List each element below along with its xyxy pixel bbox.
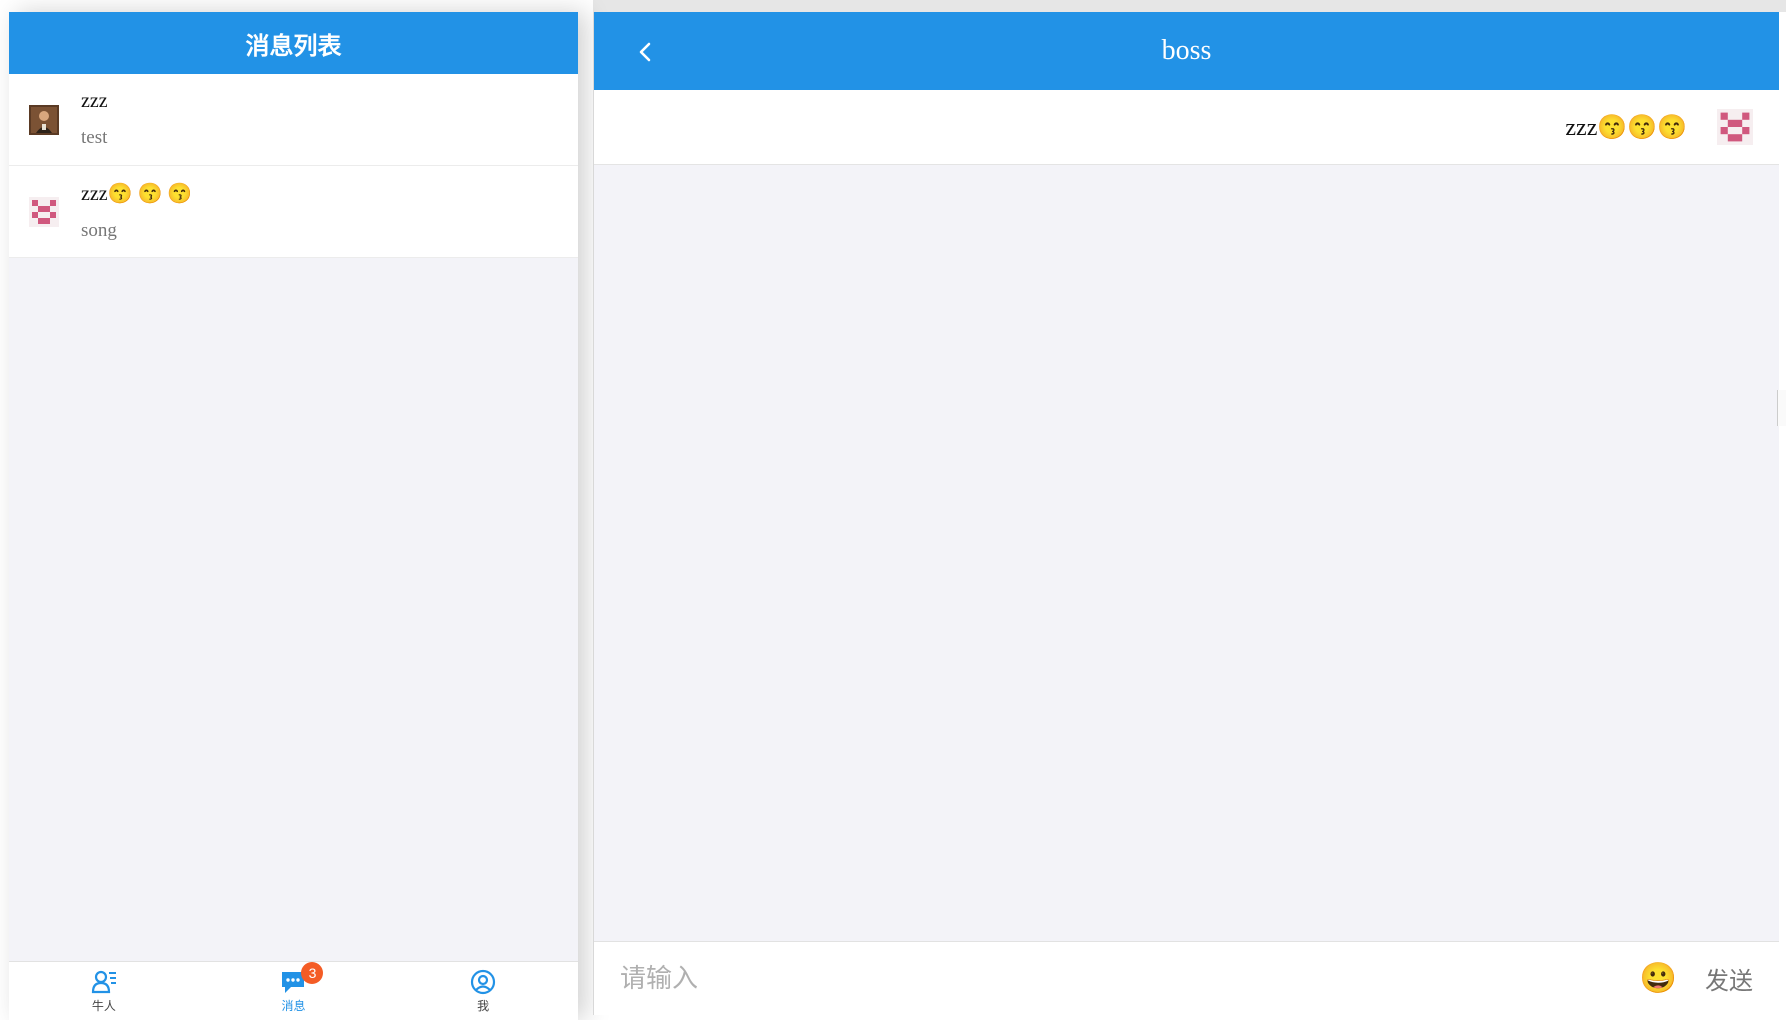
- contact-name: zzz: [81, 90, 108, 112]
- tab-label: 我: [477, 999, 490, 1013]
- message-list-pane: 消息列表 zzz test zzz😙 😙 😙 song 牛人 3 消息 我: [9, 12, 578, 1020]
- message-list-header: 消息列表: [9, 12, 578, 74]
- chat-title: boss: [1161, 35, 1212, 66]
- emoji-icon[interactable]: 😀: [1640, 961, 1677, 996]
- window-top-strip: [593, 0, 1786, 12]
- list-item[interactable]: zzz test: [9, 74, 578, 166]
- contact-name: zzz😙 😙 😙: [81, 183, 193, 205]
- back-button[interactable]: [628, 34, 664, 70]
- avatar: [29, 104, 59, 135]
- last-message: song: [81, 220, 117, 241]
- message-text: zzz😙😙😙: [1565, 114, 1687, 141]
- avatar: [1717, 109, 1753, 145]
- tab-talents[interactable]: 牛人: [44, 968, 164, 1014]
- chevron-left-icon: [639, 42, 651, 62]
- person-list-icon: [91, 970, 116, 994]
- user-circle-icon: [471, 969, 496, 995]
- window-edge: [1777, 390, 1786, 426]
- tab-me[interactable]: 我: [423, 968, 543, 1014]
- message-list: zzz test zzz😙 😙 😙 song: [9, 74, 578, 258]
- tab-messages[interactable]: 3 消息: [233, 962, 353, 1014]
- message-input[interactable]: [618, 962, 1640, 995]
- send-button[interactable]: 发送: [1705, 961, 1753, 996]
- chat-pane: boss zzz😙😙😙 😀 发送: [593, 12, 1779, 1015]
- tab-label: 牛人: [91, 999, 116, 1013]
- chat-header: boss: [594, 12, 1779, 90]
- chat-input-bar: 😀 发送: [594, 941, 1779, 1015]
- unread-badge: 3: [301, 962, 324, 984]
- chat-message: zzz😙😙😙: [594, 90, 1779, 165]
- tab-bar: 牛人 3 消息 我: [9, 961, 578, 1020]
- last-message: test: [81, 127, 108, 148]
- list-item[interactable]: zzz😙 😙 😙 song: [9, 166, 578, 258]
- avatar: [29, 196, 59, 227]
- page-title: 消息列表: [245, 33, 342, 60]
- tab-label: 消息: [281, 999, 306, 1013]
